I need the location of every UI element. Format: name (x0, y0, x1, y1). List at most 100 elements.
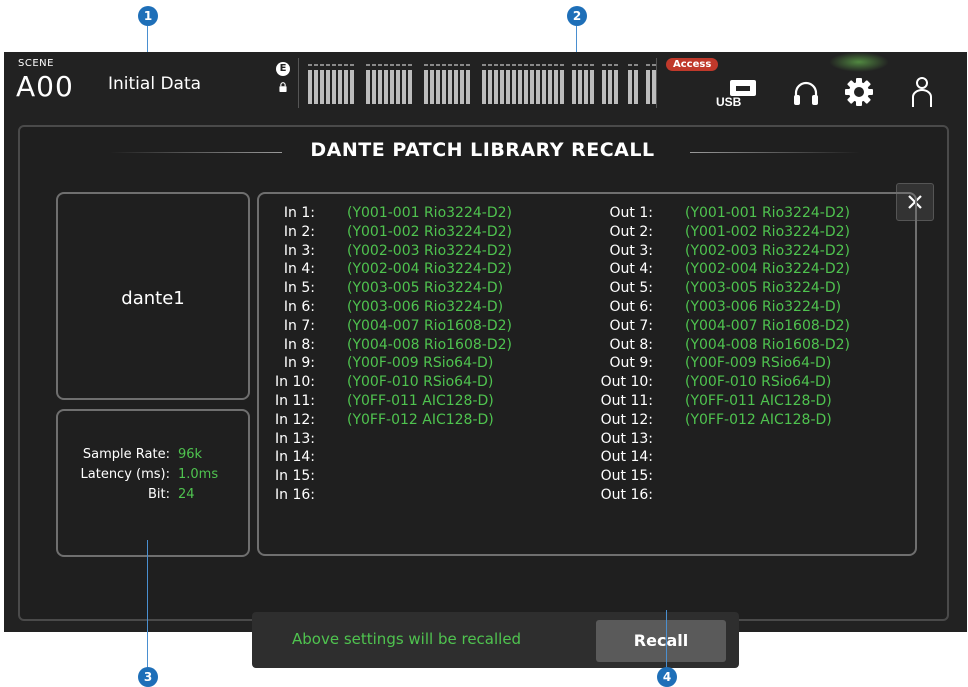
meter-bar (602, 70, 606, 104)
output-device-label: (Y002-003 Rio3224-D2) (685, 242, 850, 259)
input-channel-label: In 16: (275, 487, 315, 503)
gear-icon[interactable] (844, 77, 874, 107)
meter-peak (646, 64, 650, 66)
input-channel-label: In 8: (283, 336, 315, 353)
meter-bar (466, 70, 470, 104)
patch-list-panel: In 1: (Y001-001 Rio3224-D2) In 2: (Y001-002… (257, 192, 917, 556)
meter-bar (308, 70, 312, 104)
meter-peak (408, 64, 412, 66)
output-device-label: (Y00F-009 RSio64-D) (685, 355, 832, 372)
divider (298, 58, 299, 108)
input-device-label: (Y003-006 Rio3224-D) (347, 299, 504, 315)
output-channel-label: Out 3: (609, 242, 653, 259)
meter-peak (366, 64, 370, 66)
mixer-screen: SCENE A00 Initial Data E Access USB DANT… (4, 52, 967, 668)
scene-title[interactable]: Initial Data (108, 74, 201, 94)
bit-row: Bit: 24 (58, 487, 248, 505)
meter-peak (628, 64, 632, 66)
meter-peak (494, 64, 498, 66)
meter-bar (536, 70, 540, 104)
output-device-label: (Y003-006 Rio3224-D) (685, 299, 842, 315)
input-device-label: (Y001-001 Rio3224-D2) (347, 205, 512, 221)
output-channel-label: Out 16: (600, 487, 653, 503)
user-icon[interactable] (910, 76, 934, 108)
meter-bar (482, 70, 486, 104)
dante-info-panel: Sample Rate: 96k Latency (ms): 1.0ms Bit… (56, 409, 250, 557)
output-channel-label: Out 4: (609, 261, 653, 278)
output-channel-label: Out 12: (600, 411, 653, 428)
output-channel-label: Out 6: (609, 299, 653, 315)
meter-peak (344, 64, 348, 66)
meter-peak (634, 64, 638, 66)
meter-bar (326, 70, 330, 104)
e-indicator-icon: E (276, 62, 290, 76)
input-device-label: (Y0FF-012 AIC128-D) (347, 411, 494, 428)
input-device-label: (Y003-005 Rio3224-D) (347, 280, 504, 297)
output-device-label: (Y003-005 Rio3224-D) (685, 280, 842, 297)
usb-icon[interactable]: USB (716, 78, 762, 108)
input-channel-label: In 9: (283, 355, 315, 372)
sample-rate-label: Sample Rate: (82, 447, 170, 462)
callout-4-leader (666, 610, 667, 668)
meter-peak (378, 64, 382, 66)
output-device-label: (Y004-007 Rio1608-D2) (685, 317, 850, 334)
latency-value: 1.0ms (178, 467, 219, 482)
library-name-panel: dante1 (56, 192, 250, 400)
input-channel-label: In 10: (275, 374, 315, 391)
meter-bar (460, 70, 464, 104)
meter-peak (430, 64, 434, 66)
input-device-label: (Y004-008 Rio1608-D2) (347, 336, 512, 353)
output-channel-label: Out 7: (609, 317, 653, 334)
meter-bar (500, 70, 504, 104)
meter-peak (614, 64, 618, 66)
meter-bar (350, 70, 354, 104)
meter-peak (436, 64, 440, 66)
callout-1: 1 (138, 6, 158, 26)
meter-bar (554, 70, 558, 104)
input-device-label: (Y004-007 Rio1608-D2) (347, 317, 512, 334)
meter-peak (308, 64, 312, 66)
output-channel-label: Out 13: (600, 430, 653, 447)
meter-bar (454, 70, 458, 104)
recall-message: Above settings will be recalled (292, 630, 522, 648)
meter-peak (338, 64, 342, 66)
bit-label: Bit: (147, 487, 170, 502)
input-device-label: (Y00F-010 RSio64-D) (347, 374, 494, 391)
scene-number[interactable]: A00 (16, 70, 74, 103)
latency-label: Latency (ms): (80, 467, 170, 482)
scene-label: SCENE (18, 58, 54, 69)
meter-peak (506, 64, 510, 66)
meter-bar (524, 70, 528, 104)
divider (656, 58, 657, 108)
input-channel-label: In 2: (283, 223, 315, 240)
level-meters (308, 64, 656, 104)
meter-peak (608, 64, 612, 66)
meter-bar (646, 70, 650, 104)
meter-peak (542, 64, 546, 66)
meter-peak (372, 64, 376, 66)
output-device-label: (Y0FF-011 AIC128-D) (685, 393, 832, 409)
headphones-icon[interactable] (792, 80, 820, 106)
meter-bar (572, 70, 576, 104)
input-device-label: (Y002-003 Rio3224-D2) (347, 242, 512, 259)
dialog-title: DANTE PATCH LIBRARY RECALL (310, 139, 655, 161)
output-channel-label: Out 10: (600, 374, 653, 391)
meter-peak (466, 64, 470, 66)
input-channel-label: In 1: (283, 205, 315, 221)
meter-peak (482, 64, 486, 66)
meter-peak (442, 64, 446, 66)
callout-3-leader (147, 540, 148, 668)
meter-bar (332, 70, 336, 104)
meter-peak (390, 64, 394, 66)
output-channel-label: Out 8: (609, 336, 653, 353)
recall-button[interactable]: Recall (596, 620, 726, 662)
meter-peak (536, 64, 540, 66)
meter-peak (454, 64, 458, 66)
sample-rate-row: Sample Rate: 96k (58, 447, 248, 465)
latency-row: Latency (ms): 1.0ms (58, 467, 248, 485)
meter-peak (326, 64, 330, 66)
sample-rate-value: 96k (178, 447, 203, 462)
meter-bar (584, 70, 588, 104)
output-channel-label: Out 14: (600, 449, 653, 466)
meter-peak (584, 64, 588, 66)
